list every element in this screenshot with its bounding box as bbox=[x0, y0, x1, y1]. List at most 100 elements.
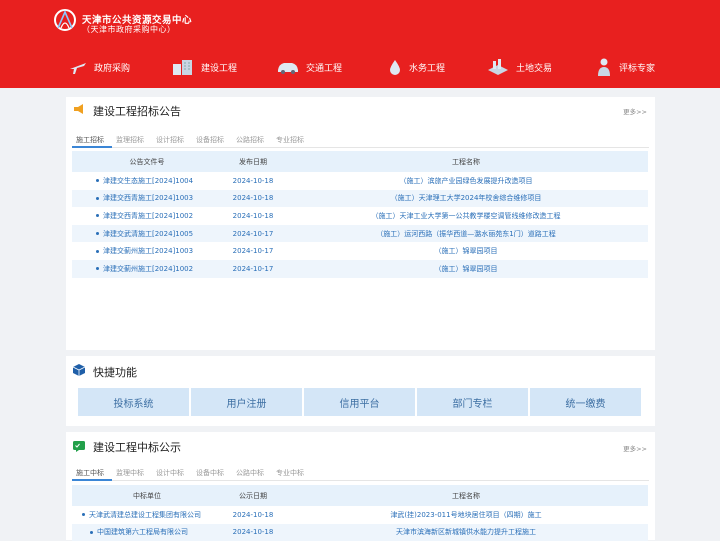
nav-label: 政府采购 bbox=[94, 63, 131, 74]
active-tab-indicator bbox=[72, 479, 112, 481]
column-header: 公示日期 bbox=[239, 491, 267, 500]
user-register-button[interactable]: 用户注册 bbox=[191, 388, 302, 416]
message-icon bbox=[73, 441, 85, 452]
tab-construction-tender[interactable]: 施工招标 bbox=[76, 135, 104, 145]
award-tabs: 施工中标 监理中标 设计中标 设备中标 公路中标 专业中标 bbox=[72, 465, 649, 481]
publish-date: 2024-10-18 bbox=[232, 194, 274, 203]
tab-special-award[interactable]: 专业中标 bbox=[276, 468, 304, 478]
table-row[interactable]: 津建交蓟州施工[2024]1003 2024-10-17 （施工）锦翠园项目 bbox=[72, 242, 648, 260]
tab-construction-award[interactable]: 施工中标 bbox=[76, 468, 104, 478]
nav-label: 水务工程 bbox=[409, 63, 446, 74]
table-row[interactable]: 天津武清建总建设工程集团有限公司 2024-10-18 津武(挂)2023-01… bbox=[72, 506, 648, 524]
water-drop-icon bbox=[390, 60, 400, 75]
table-row[interactable]: 津建交蓟州施工[2024]1002 2024-10-17 （施工）锦翠园项目 bbox=[72, 259, 648, 278]
publicity-date: 2024-10-18 bbox=[232, 510, 274, 519]
table-row[interactable]: 中国建筑第六工程局有限公司 2024-10-18 天津市滨海新区新城镇供水能力提… bbox=[72, 523, 648, 541]
bullet-icon bbox=[90, 530, 93, 534]
project-name[interactable]: （施工）天津理工大学2024年校舍综合维修项目 bbox=[284, 190, 648, 208]
unified-payment-button[interactable]: 统一缴费 bbox=[530, 388, 641, 416]
nav-item-traffic[interactable]: 交通工程 bbox=[276, 54, 342, 80]
table-row[interactable]: 津建交生态施工[2024]1004 2024-10-18 （施工）滨旅产业园绿色… bbox=[72, 172, 648, 190]
doc-number: 津建交西青施工[2024]1003 bbox=[96, 190, 226, 208]
nav-item-government-procurement[interactable]: 政府采购 bbox=[68, 54, 130, 80]
site-subtitle: （天津市政府采购中心） bbox=[82, 25, 176, 34]
land-icon bbox=[488, 59, 508, 75]
project-name[interactable]: （施工）锦翠园项目 bbox=[284, 260, 648, 278]
publicity-date: 2024-10-18 bbox=[232, 528, 274, 537]
project-name[interactable]: 津武(挂)2023-011号地块居住项目（四期）施工 bbox=[284, 506, 648, 524]
nav-item-construction[interactable]: 建设工程 bbox=[171, 54, 237, 80]
doc-number: 津建交西青施工[2024]1002 bbox=[96, 207, 226, 225]
doc-number: 津建交蓟州施工[2024]1002 bbox=[96, 260, 226, 278]
publish-date: 2024-10-18 bbox=[232, 211, 274, 220]
cube-icon bbox=[72, 364, 86, 376]
bullet-icon bbox=[82, 513, 85, 517]
nav-label: 土地交易 bbox=[516, 63, 553, 74]
bullet-icon bbox=[96, 267, 99, 271]
publish-date: 2024-10-17 bbox=[232, 229, 274, 238]
nav-item-land[interactable]: 土地交易 bbox=[486, 54, 552, 80]
tab-highway-tender[interactable]: 公路招标 bbox=[236, 135, 264, 145]
tab-special-tender[interactable]: 专业招标 bbox=[276, 135, 304, 145]
credit-platform-button[interactable]: 信用平台 bbox=[304, 388, 415, 416]
main-nav: 政府采购 建设工程 交通工程 水务工程 土地交易 评标专家 bbox=[0, 54, 720, 80]
car-icon bbox=[278, 63, 298, 74]
more-link[interactable]: 更多>> bbox=[623, 443, 647, 453]
publish-date: 2024-10-17 bbox=[232, 264, 274, 273]
winning-company: 中国建筑第六工程局有限公司 bbox=[90, 524, 222, 541]
table-row[interactable]: 津建交武清施工[2024]1005 2024-10-17 （施工）运河西路（振华… bbox=[72, 224, 648, 243]
site-header: 天津市公共资源交易中心 （天津市政府采购中心） 政府采购 建设工程 交通工程 水… bbox=[0, 0, 720, 88]
publish-date: 2024-10-18 bbox=[232, 176, 274, 185]
panel-title: 建设工程招标公告 bbox=[93, 105, 181, 118]
nav-label: 交通工程 bbox=[306, 63, 343, 74]
column-header: 工程名称 bbox=[452, 157, 480, 166]
bullet-icon bbox=[96, 179, 99, 183]
tab-equipment-tender[interactable]: 设备招标 bbox=[196, 135, 224, 145]
column-header: 公告文件号 bbox=[129, 157, 165, 166]
tab-supervision-tender[interactable]: 监理招标 bbox=[116, 135, 144, 145]
quick-functions-panel: 快捷功能 投标系统 用户注册 信用平台 部门专栏 统一缴费 bbox=[66, 356, 655, 426]
project-name[interactable]: （施工）锦翠园项目 bbox=[284, 242, 648, 260]
bullet-icon bbox=[96, 249, 99, 253]
megaphone-icon bbox=[74, 104, 83, 114]
project-name[interactable]: （施工）天津工业大学第一公共教学楼空调管线维修改造工程 bbox=[284, 207, 648, 225]
table-row[interactable]: 津建交西青施工[2024]1003 2024-10-18 （施工）天津理工大学2… bbox=[72, 189, 648, 208]
nav-label: 建设工程 bbox=[201, 63, 238, 74]
tab-design-award[interactable]: 设计中标 bbox=[156, 468, 184, 478]
doc-number: 津建交生态施工[2024]1004 bbox=[96, 172, 226, 190]
project-name[interactable]: 天津市滨海新区新城镇供水能力提升工程施工 bbox=[284, 524, 648, 541]
doc-number: 津建交武清施工[2024]1005 bbox=[96, 225, 226, 243]
plane-icon bbox=[70, 63, 86, 74]
project-name[interactable]: （施工）滨旅产业园绿色发展提升改造项目 bbox=[284, 172, 648, 190]
winning-company: 天津武清建总建设工程集团有限公司 bbox=[82, 506, 222, 524]
bullet-icon bbox=[96, 214, 99, 218]
expert-icon bbox=[598, 58, 610, 76]
tender-panel: 建设工程招标公告 更多>> 施工招标 监理招标 设计招标 设备招标 公路招标 专… bbox=[66, 97, 655, 350]
publish-date: 2024-10-17 bbox=[232, 247, 274, 256]
department-column-button[interactable]: 部门专栏 bbox=[417, 388, 528, 416]
building-icon bbox=[173, 60, 192, 75]
column-header: 工程名称 bbox=[452, 491, 480, 500]
tender-tabs: 施工招标 监理招标 设计招标 设备招标 公路招标 专业招标 bbox=[72, 132, 649, 148]
award-table: 中标单位 公示日期 工程名称 天津武清建总建设工程集团有限公司 2024-10-… bbox=[72, 485, 648, 541]
logo-icon bbox=[54, 9, 76, 31]
table-row[interactable]: 津建交西青施工[2024]1002 2024-10-18 （施工）天津工业大学第… bbox=[72, 207, 648, 225]
nav-label: 评标专家 bbox=[619, 63, 656, 74]
bullet-icon bbox=[96, 232, 99, 236]
nav-item-water[interactable]: 水务工程 bbox=[387, 54, 445, 80]
award-panel: 建设工程中标公示 更多>> 施工中标 监理中标 设计中标 设备中标 公路中标 专… bbox=[66, 432, 655, 541]
nav-item-experts[interactable]: 评标专家 bbox=[595, 54, 655, 80]
tab-supervision-award[interactable]: 监理中标 bbox=[116, 468, 144, 478]
bullet-icon bbox=[96, 196, 99, 200]
panel-title: 快捷功能 bbox=[93, 366, 137, 379]
tab-highway-award[interactable]: 公路中标 bbox=[236, 468, 264, 478]
bidding-system-button[interactable]: 投标系统 bbox=[78, 388, 189, 416]
active-tab-indicator bbox=[72, 146, 112, 148]
column-header: 发布日期 bbox=[239, 157, 267, 166]
panel-title: 建设工程中标公示 bbox=[93, 441, 181, 454]
more-link[interactable]: 更多>> bbox=[623, 106, 647, 116]
project-name[interactable]: （施工）运河西路（振华西道—潞水丽苑东1门）道路工程 bbox=[284, 225, 648, 243]
tab-design-tender[interactable]: 设计招标 bbox=[156, 135, 184, 145]
tab-equipment-award[interactable]: 设备中标 bbox=[196, 468, 224, 478]
doc-number: 津建交蓟州施工[2024]1003 bbox=[96, 242, 226, 260]
